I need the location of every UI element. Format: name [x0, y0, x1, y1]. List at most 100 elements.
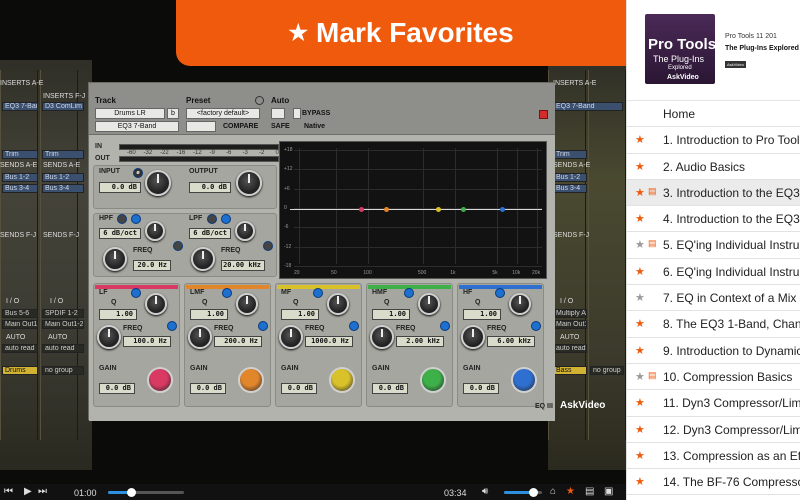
hpf-link-icon[interactable] — [173, 241, 183, 251]
mixer-insert-slot[interactable]: D3 ComLim — [42, 102, 84, 111]
hpf-slope-knob[interactable] — [145, 221, 165, 241]
mixer-trim[interactable]: Trim — [42, 150, 84, 159]
chapter-item[interactable]: ★ 11. Dyn3 Compressor/Limiter — [627, 390, 800, 417]
gain-knob[interactable] — [511, 367, 537, 393]
preset-arrows[interactable] — [186, 121, 216, 132]
favorite-star-icon[interactable]: ★ — [635, 212, 645, 225]
band-enable-icon[interactable] — [313, 288, 323, 298]
eq-band-handle[interactable] — [460, 207, 466, 212]
freq-knob[interactable] — [279, 325, 303, 349]
hpf-type-icon[interactable] — [117, 214, 127, 224]
progress-thumb[interactable] — [126, 488, 136, 497]
mixer-auto-mode[interactable]: auto read — [2, 344, 38, 353]
freq-value[interactable]: 6.00 kHz — [487, 336, 535, 347]
mixer-send-slot[interactable]: Bus 3-4 — [2, 184, 38, 193]
favorite-star-icon[interactable]: ★ — [635, 317, 645, 330]
mixer-track-name[interactable]: Bass — [553, 366, 587, 375]
volume-slider[interactable] — [504, 488, 542, 497]
track-select-button[interactable]: b — [167, 108, 179, 119]
lpf-enable-icon[interactable] — [221, 214, 231, 224]
q-value[interactable]: 1.00 — [281, 309, 319, 320]
input-value[interactable]: 0.0 dB — [99, 182, 141, 193]
favorite-star-icon[interactable]: ★ — [566, 486, 575, 498]
mixer-track-name[interactable]: Drums — [2, 366, 38, 375]
lpf-slope-value[interactable]: 6 dB/oct — [189, 228, 231, 239]
chapter-item[interactable]: ★ 8. The EQ3 1-Band, Channel — [627, 311, 800, 338]
gain-knob[interactable] — [329, 367, 355, 393]
chapter-item[interactable]: ★ 12. Dyn3 Compressor/Limiter — [627, 417, 800, 443]
gain-value[interactable]: 0.0 dB — [99, 383, 135, 394]
preset-menu-icon[interactable] — [255, 96, 264, 105]
lpf-slope-knob[interactable] — [235, 221, 255, 241]
progress-bar[interactable] — [108, 488, 184, 497]
lpf-link-icon[interactable] — [263, 241, 273, 251]
chapter-item[interactable]: ★ ▤ 3. Introduction to the EQ3 — [627, 179, 800, 207]
favorite-star-icon[interactable]: ★ — [635, 133, 645, 146]
eq-band-handle[interactable] — [435, 207, 441, 212]
mixer-insert-slot[interactable]: EQ3 7-Band — [553, 102, 623, 111]
mixer-send-slot[interactable]: Bus 1-2 — [553, 173, 587, 182]
notes-icon[interactable]: ▤ — [585, 486, 594, 498]
fullscreen-icon[interactable]: ▣ — [604, 486, 613, 498]
gain-value[interactable]: 0.0 dB — [372, 383, 408, 394]
mixer-trim[interactable]: Trim — [553, 150, 587, 159]
close-plugin-button[interactable] — [539, 110, 548, 119]
chapter-item[interactable]: ★▤ 5. EQ'ing Individual Instruments — [627, 232, 800, 259]
favorite-star-icon[interactable]: ★ — [635, 265, 645, 278]
favorite-star-icon[interactable]: ★ — [635, 238, 645, 251]
mixer-insert-slot[interactable]: EQ3 7-Band — [2, 102, 38, 111]
phase-icon[interactable]: ø — [133, 168, 143, 178]
gain-value[interactable]: 0.0 dB — [190, 383, 226, 394]
band-enable-icon[interactable] — [404, 288, 414, 298]
mixer-auto-mode[interactable]: auto read — [553, 344, 587, 353]
output-knob[interactable] — [236, 170, 262, 196]
freq-value[interactable]: 100.0 Hz — [123, 336, 171, 347]
chapter-item[interactable]: ★ ▤ 10. Compression Basics — [627, 364, 800, 391]
track-selector[interactable]: Drums LR — [95, 108, 165, 119]
preset-selector[interactable]: <factory default> — [186, 108, 260, 119]
mixer-send-slot[interactable]: Bus 1-2 — [42, 173, 84, 182]
output-value[interactable]: 0.0 dB — [189, 182, 231, 193]
chapter-item[interactable]: ★ 9. Introduction to Dynamics — [627, 338, 800, 364]
q-knob[interactable] — [509, 293, 531, 315]
course-cover-image[interactable]: Pro Tools The Plug-Ins Explored AskVideo — [645, 14, 715, 84]
gain-value[interactable]: 0.0 dB — [463, 383, 499, 394]
hpf-slope-value[interactable]: 6 dB/oct — [99, 228, 141, 239]
mixer-output[interactable]: Main Out1-2 — [2, 320, 38, 329]
q-knob[interactable] — [327, 293, 349, 315]
freq-value[interactable]: 200.0 Hz — [214, 336, 262, 347]
lpf-freq-value[interactable]: 20.00 kHz — [221, 260, 265, 271]
gain-value[interactable]: 0.0 dB — [281, 383, 317, 394]
safe-button[interactable]: SAFE — [271, 123, 290, 130]
band-link-icon[interactable] — [167, 321, 177, 331]
band-enable-icon[interactable] — [222, 288, 232, 298]
chapter-item[interactable]: ★ 13. Compression as an Effect — [627, 443, 800, 470]
mixer-auto-mode[interactable]: auto read — [42, 344, 84, 353]
mixer-group[interactable]: no group — [590, 366, 624, 375]
gain-knob[interactable] — [420, 367, 446, 393]
q-value[interactable]: 1.00 — [190, 309, 228, 320]
gain-knob[interactable] — [147, 367, 173, 393]
band-link-icon[interactable] — [258, 321, 268, 331]
eq-band-handle[interactable] — [500, 207, 506, 212]
band-link-icon[interactable] — [531, 321, 541, 331]
favorite-star-icon[interactable]: ★ — [635, 370, 645, 383]
lpf-type-icon[interactable] — [207, 214, 217, 224]
favorite-star-icon[interactable]: ★ — [635, 396, 645, 409]
freq-knob[interactable] — [97, 325, 121, 349]
freq-value[interactable]: 1000.0 Hz — [305, 336, 353, 347]
mixer-input[interactable]: SPDIF 1-2 — [42, 309, 84, 318]
gain-knob[interactable] — [238, 367, 264, 393]
mixer-trim[interactable]: Trim — [2, 150, 38, 159]
insert-selector[interactable]: EQ3 7-Band — [95, 121, 179, 132]
favorite-star-icon[interactable]: ★ — [635, 186, 645, 199]
favorite-star-icon[interactable]: ★ — [635, 344, 645, 357]
input-knob[interactable] — [145, 170, 171, 196]
skip-back-icon[interactable]: ⏮ — [4, 486, 13, 498]
band-link-icon[interactable] — [440, 321, 450, 331]
favorite-star-icon[interactable]: ★ — [635, 160, 645, 173]
chapter-item[interactable]: ★ 7. EQ in Context of a Mix — [627, 285, 800, 312]
freq-value[interactable]: 2.00 kHz — [396, 336, 444, 347]
favorite-star-icon[interactable]: ★ — [635, 475, 645, 488]
chapter-item[interactable]: ★ 2. Audio Basics — [627, 154, 800, 180]
